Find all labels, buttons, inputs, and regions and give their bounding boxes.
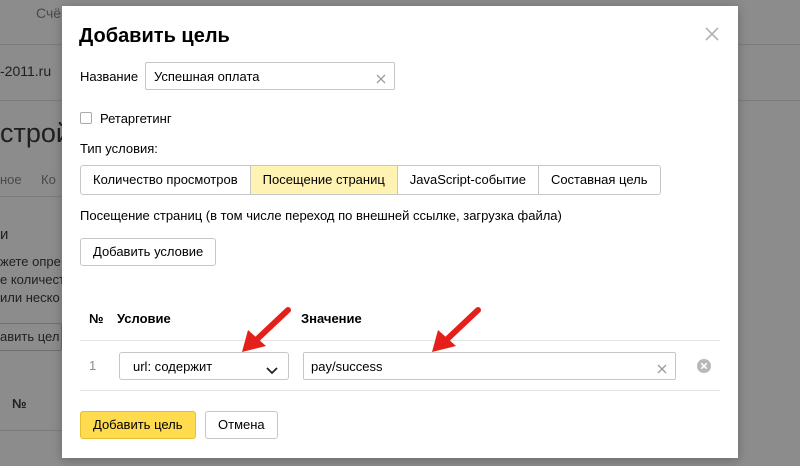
- condition-type-composite[interactable]: Составная цель: [539, 166, 660, 194]
- bg-divider: [0, 196, 62, 197]
- close-icon[interactable]: [704, 26, 720, 42]
- bg-text-line: или неско: [0, 290, 60, 305]
- bg-site-name: -2011.ru: [0, 63, 52, 79]
- bg-divider: [0, 44, 62, 45]
- condition-type-selector: Количество просмотров Посещение страниц …: [80, 165, 661, 195]
- bg-tab: ное: [0, 172, 22, 187]
- add-condition-button[interactable]: Добавить условие: [80, 238, 217, 266]
- bg-header-text: Счё: [36, 5, 62, 21]
- bg-text-line: жете опре: [0, 254, 61, 269]
- cancel-button[interactable]: Отмена: [205, 411, 278, 439]
- column-header-num: №: [89, 311, 104, 326]
- bg-tab: Ко: [41, 172, 56, 187]
- bg-page-heading: строй: [0, 118, 71, 148]
- condition-value-input[interactable]: [304, 353, 658, 379]
- column-header-condition: Условие: [117, 311, 171, 326]
- condition-type-label: Тип условия:: [80, 141, 158, 156]
- retargeting-option[interactable]: Ретаргетинг: [80, 110, 172, 126]
- bg-divider: [0, 100, 62, 101]
- condition-type-page-visit[interactable]: Посещение страниц: [250, 166, 398, 194]
- bg-button-label: авить цел: [0, 329, 60, 344]
- retargeting-label[interactable]: Ретаргетинг: [100, 111, 172, 126]
- chevron-down-icon: [266, 362, 278, 380]
- dialog-title: Добавить цель: [79, 25, 230, 47]
- bg-text-line: е количест: [0, 272, 65, 287]
- condition-type-pageviews[interactable]: Количество просмотров: [81, 166, 251, 194]
- bg-table-num: №: [12, 396, 27, 411]
- condition-value-field: [303, 352, 676, 380]
- goal-name-input[interactable]: [146, 63, 382, 89]
- column-header-value: Значение: [301, 311, 362, 326]
- table-divider: [80, 340, 720, 341]
- goal-name-field: [145, 62, 395, 90]
- condition-description: Посещение страниц (в том числе переход п…: [80, 208, 562, 223]
- clear-icon[interactable]: [376, 71, 386, 84]
- condition-type-js-event[interactable]: JavaScript-событие: [398, 166, 539, 194]
- add-goal-submit-button[interactable]: Добавить цель: [80, 411, 196, 439]
- add-goal-dialog: Добавить цель Название Ретаргетинг Тип у…: [62, 6, 738, 458]
- bg-divider: [738, 44, 800, 45]
- row-number: 1: [89, 358, 97, 373]
- table-divider: [80, 390, 720, 391]
- condition-select-value: url: содержит: [133, 359, 213, 374]
- retargeting-checkbox[interactable]: [80, 112, 92, 124]
- bg-divider: [738, 100, 800, 101]
- bg-section-title: и: [0, 226, 9, 243]
- bg-divider: [0, 430, 62, 431]
- remove-condition-icon[interactable]: [697, 359, 711, 373]
- goal-name-label: Название: [80, 69, 139, 84]
- condition-select[interactable]: url: содержит: [119, 352, 289, 380]
- clear-icon[interactable]: [657, 361, 667, 374]
